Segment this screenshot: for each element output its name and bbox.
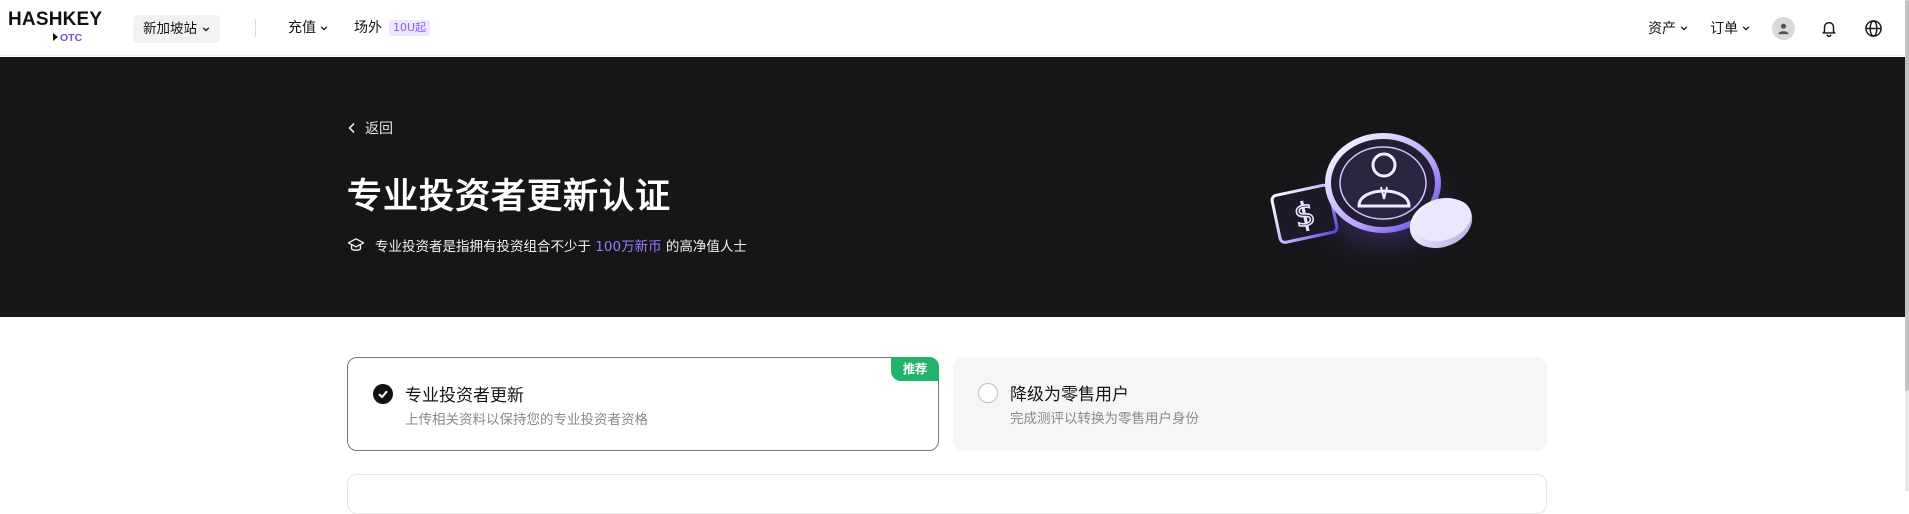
nav-deposit-label: 充值 <box>288 20 316 36</box>
site-selector-label: 新加坡站 <box>143 21 197 37</box>
investor-illustration: $ <box>1270 131 1478 271</box>
user-avatar-icon[interactable] <box>1772 17 1795 40</box>
option-pro-investor-renewal[interactable]: 推荐 专业投资者更新 上传相关资料以保持您的专业投资者资格 <box>347 357 939 451</box>
form-section-container <box>347 474 1547 514</box>
chevron-down-icon <box>320 26 328 31</box>
site-selector[interactable]: 新加坡站 <box>133 15 220 43</box>
check-icon <box>378 390 388 399</box>
option-downgrade-retail[interactable]: 降级为零售用户 完成测评以转换为零售用户身份 <box>953 357 1547 451</box>
scrollbar-thumb[interactable] <box>1905 0 1909 391</box>
back-label: 返回 <box>365 121 393 137</box>
graduation-cap-icon <box>347 238 365 251</box>
radio-unchecked-icon[interactable] <box>978 383 998 403</box>
globe-icon[interactable] <box>1862 17 1884 39</box>
option-title: 降级为零售用户 <box>1010 385 1129 405</box>
nav-deposit[interactable]: 充值 <box>288 18 328 38</box>
logo-subtext: OTC <box>53 32 82 44</box>
nav-assets[interactable]: 资产 <box>1648 18 1688 38</box>
nav-orders[interactable]: 订单 <box>1710 18 1750 38</box>
option-subtitle: 上传相关资料以保持您的专业投资者资格 <box>405 412 648 428</box>
chevron-down-icon <box>202 27 210 32</box>
page-scrollbar[interactable] <box>1905 0 1909 491</box>
back-link[interactable]: 返回 <box>347 118 393 138</box>
hero-description: 专业投资者是指拥有投资组合不少于 100万新币 的高净值人士 <box>347 235 747 255</box>
nav-orders-label: 订单 <box>1710 21 1738 37</box>
chevron-left-icon <box>348 122 355 134</box>
chevron-down-icon <box>1742 26 1750 31</box>
nav-otc-label: 场外 <box>354 20 382 36</box>
desc-suffix: 的高净值人士 <box>665 239 747 255</box>
page-title: 专业投资者更新认证 <box>347 177 672 217</box>
hashkey-otc-logo[interactable]: HASHKEY OTC <box>8 9 108 45</box>
otc-min-badge: 10U起 <box>389 20 431 36</box>
nav-assets-label: 资产 <box>1648 21 1676 37</box>
hero-banner: 返回 专业投资者更新认证 专业投资者是指拥有投资组合不少于 100万新币 的高净… <box>0 57 1905 317</box>
bell-icon[interactable] <box>1818 17 1840 39</box>
nav-otc[interactable]: 场外 10U起 <box>354 18 431 38</box>
desc-highlight: 100万新币 <box>595 239 662 255</box>
radio-checked-icon[interactable] <box>373 384 393 404</box>
person-icon <box>1778 23 1789 35</box>
logo-wordmark: HASHKEY <box>8 9 103 30</box>
option-subtitle: 完成测评以转换为零售用户身份 <box>1010 411 1199 427</box>
chevron-down-icon <box>1680 26 1688 31</box>
top-navigation: HASHKEY OTC 新加坡站 充值 场外 10U起 资产 订单 <box>0 0 1905 56</box>
recommended-badge: 推荐 <box>891 357 939 381</box>
option-title: 专业投资者更新 <box>405 386 524 406</box>
desc-prefix: 专业投资者是指拥有投资组合不少于 <box>375 239 591 255</box>
nav-divider <box>255 19 256 37</box>
